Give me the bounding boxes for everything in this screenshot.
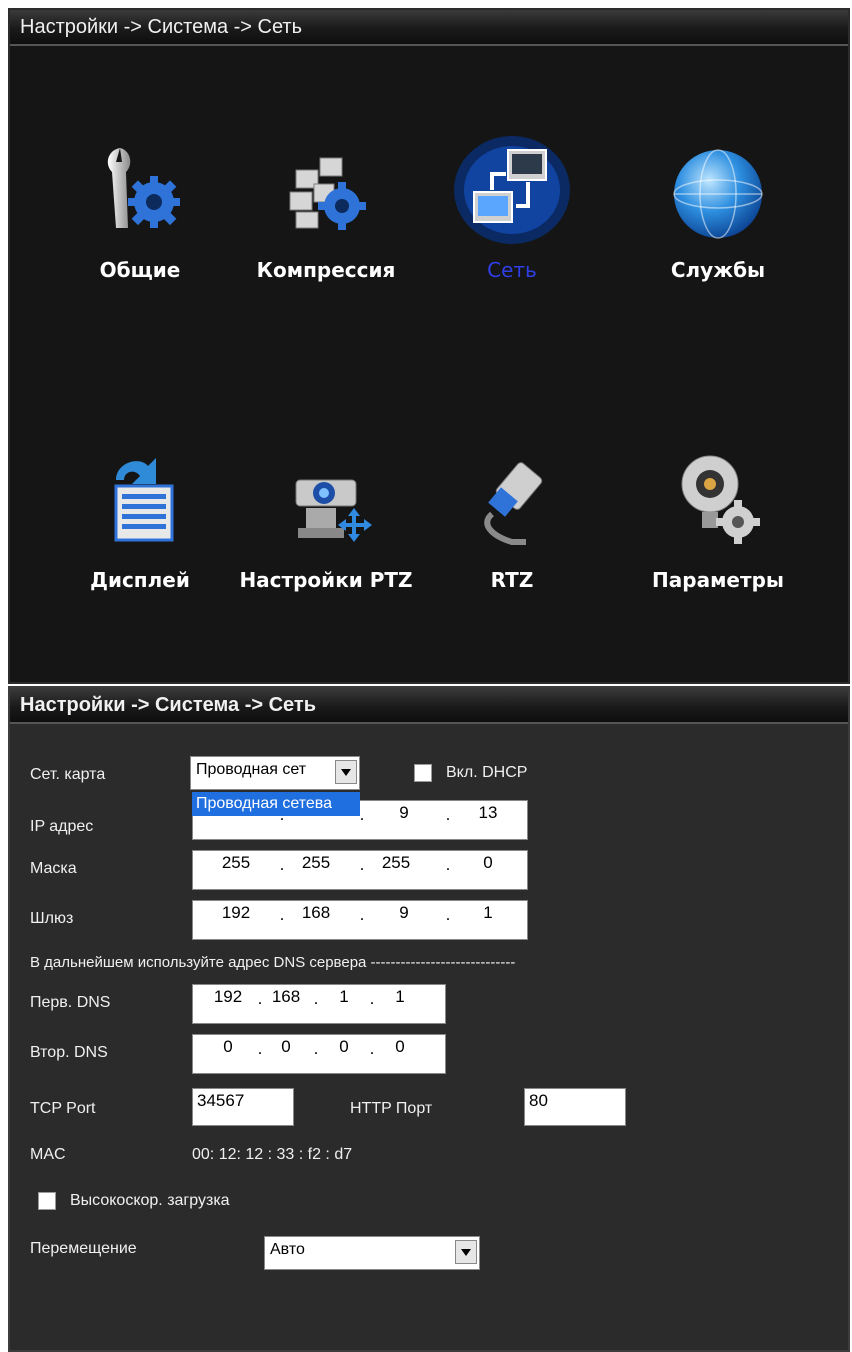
gateway-octet: 168 [301, 903, 331, 922]
tile-rtz[interactable]: RTZ [422, 450, 602, 650]
mac-value: 00: 12: 12 : 33 : f2 : d7 [192, 1146, 353, 1163]
transfer-label: Перемещение [30, 1240, 137, 1257]
mask-label: Маска [30, 860, 77, 877]
dns2-label: Втор. DNS [30, 1044, 108, 1061]
dns1-octet: 168 [271, 987, 301, 1006]
tile-label: Компрессия [256, 258, 396, 282]
dns2-octet: 0 [223, 1037, 233, 1056]
rs-connector-icon [484, 462, 543, 545]
tile-compression[interactable]: Компрессия [236, 140, 416, 340]
gateway-octet: 1 [483, 903, 493, 922]
network-settings-panel: Настройки -> Система -> Сеть Сет. карта … [8, 686, 850, 1352]
breadcrumb: Настройки -> Система -> Сеть [20, 694, 316, 716]
mask-octet: 255 [381, 853, 411, 872]
network-computers-icon [454, 136, 570, 244]
transfer-select[interactable]: Авто [264, 1236, 480, 1270]
tile-display[interactable]: Дисплей [50, 450, 230, 650]
dhcp-label: Вкл. DHCP [446, 764, 528, 781]
tcp-port-field[interactable]: 34567 [192, 1088, 294, 1126]
mask-octet: 0 [483, 853, 493, 872]
wrench-gear-icon [107, 148, 180, 228]
tile-label: Дисплей [90, 568, 190, 592]
secondary-dns-field[interactable]: 0 . 0 . 0 . 0 [192, 1034, 446, 1074]
gateway-octet: 192 [221, 903, 251, 922]
dns2-octet: 0 [339, 1037, 349, 1056]
net-card-dropdown-option[interactable]: Проводная сетева [192, 792, 360, 816]
globe-icon [673, 149, 763, 239]
blocks-gear-icon [289, 157, 366, 230]
net-card-value: Проводная сет [196, 761, 307, 778]
dns1-label: Перв. DNS [30, 994, 111, 1011]
tile-general[interactable]: Общие [50, 140, 230, 340]
tile-parameters[interactable]: Параметры [628, 450, 808, 650]
mask-octet: 255 [221, 853, 251, 872]
http-port-value: 80 [529, 1091, 548, 1110]
subnet-mask-field[interactable]: 255 . 255 . 255 . 0 [192, 850, 528, 890]
ip-octet: 13 [478, 803, 498, 822]
webcam-gear-icon [681, 455, 760, 544]
high-speed-download-label: Высокоскор. загрузка [70, 1192, 230, 1209]
dns1-octet: 192 [213, 987, 243, 1006]
net-card-label: Сет. карта [30, 766, 106, 783]
http-port-field[interactable]: 80 [524, 1088, 626, 1126]
tile-label: Общие [99, 258, 181, 282]
tile-network[interactable]: Сеть [422, 136, 602, 340]
ptz-camera-icon [295, 479, 372, 542]
ip-label: IP адрес [30, 818, 94, 835]
mac-label: MAC [30, 1146, 66, 1163]
gateway-octet: 9 [399, 903, 409, 922]
tile-label: RTZ [490, 568, 534, 592]
transfer-value: Авто [270, 1241, 305, 1258]
dns2-octet: 0 [395, 1037, 405, 1056]
tile-label: Сеть [487, 258, 537, 282]
dns1-octet: 1 [395, 987, 405, 1006]
mask-octet: 255 [301, 853, 331, 872]
primary-dns-field[interactable]: 192 . 168 . 1 . 1 [192, 984, 446, 1024]
main-menu-titlebar: Настройки -> Система -> Сеть [10, 10, 848, 46]
network-settings-titlebar: Настройки -> Система -> Сеть [10, 688, 848, 724]
high-speed-download-checkbox[interactable] [38, 1192, 56, 1210]
tcp-port-value: 34567 [197, 1091, 245, 1110]
http-port-label: HTTP Порт [350, 1100, 433, 1117]
display-list-icon [114, 458, 174, 542]
chevron-down-icon[interactable] [335, 760, 357, 784]
ip-octet: 9 [399, 803, 409, 822]
dns-hint: В дальнейшем используйте адрес DNS серве… [30, 954, 516, 971]
main-menu-panel: Настройки -> Система -> Сеть Общие Компр… [8, 8, 850, 684]
breadcrumb: Настройки -> Система -> Сеть [20, 16, 303, 38]
net-card-select[interactable]: Проводная сет [190, 756, 360, 790]
tile-label: Настройки PTZ [239, 568, 413, 592]
gateway-field[interactable]: 192 . 168 . 9 . 1 [192, 900, 528, 940]
gateway-label: Шлюз [30, 910, 74, 927]
dns2-octet: 0 [281, 1037, 291, 1056]
tile-services[interactable]: Службы [628, 140, 808, 340]
chevron-down-icon[interactable] [455, 1240, 477, 1264]
tile-label: Параметры [652, 568, 784, 592]
dhcp-checkbox[interactable] [414, 764, 432, 782]
dns1-octet: 1 [339, 987, 349, 1006]
tile-ptz-settings[interactable]: Настройки PTZ [236, 450, 416, 650]
tcp-port-label: TCP Port [30, 1100, 96, 1117]
tile-label: Службы [670, 258, 766, 282]
